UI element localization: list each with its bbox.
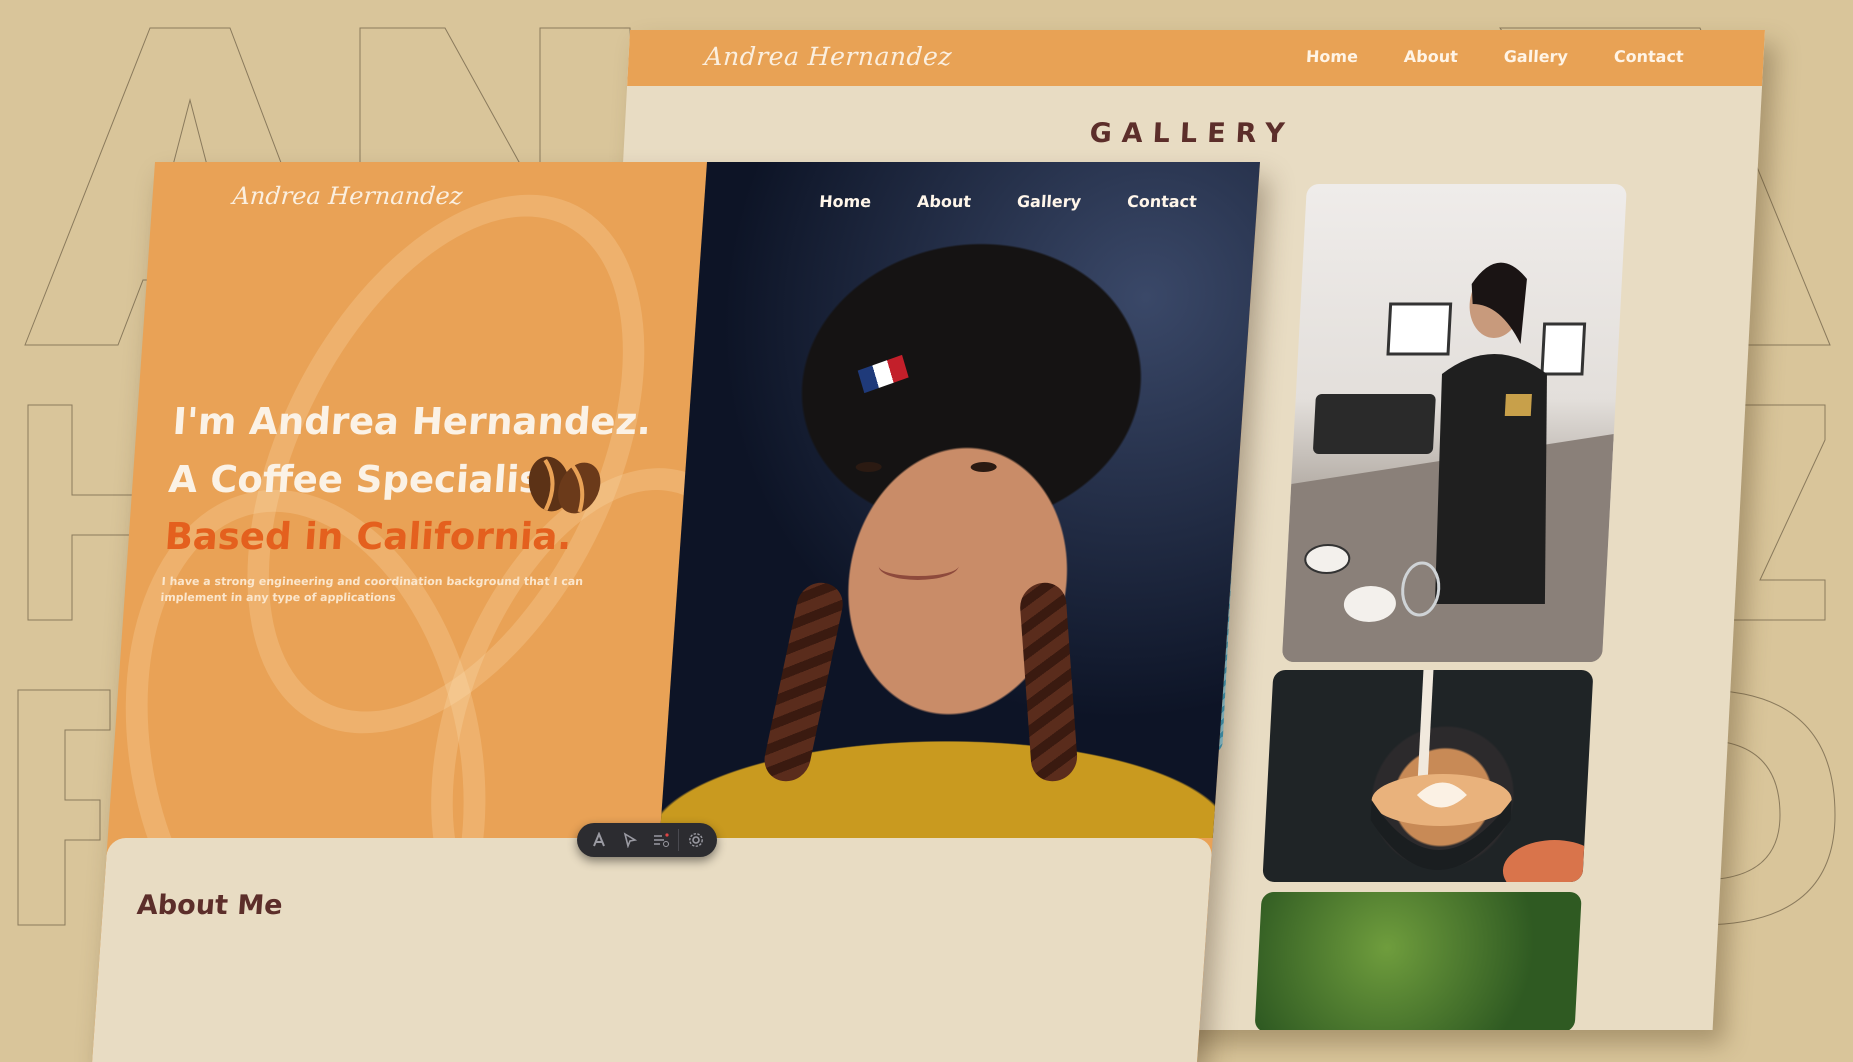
- portrait-eye: [855, 462, 883, 472]
- hero-headline-location: Based in California.: [163, 515, 574, 558]
- hero-headline-name: I'm Andrea Hernandez.: [171, 400, 653, 443]
- hero-portrait-photo: [659, 162, 1260, 838]
- hero-page-card: Andrea Hernandez Home About Gallery Cont…: [92, 162, 1260, 1062]
- latte-illustration: [1370, 670, 1594, 882]
- gallery-nav-contact[interactable]: Contact: [1613, 47, 1684, 66]
- gallery-image-barista[interactable]: [1281, 184, 1627, 662]
- toolbar-divider: [677, 829, 679, 851]
- portrait-smile: [877, 552, 960, 580]
- gallery-nav-gallery[interactable]: Gallery: [1503, 47, 1568, 66]
- hero-logo[interactable]: Andrea Hernandez: [232, 182, 464, 210]
- beanie-flag-patch: [857, 354, 909, 394]
- barista-illustration: [1281, 262, 1614, 662]
- gallery-nav-links: Home About Gallery Contact: [1306, 47, 1685, 66]
- gallery-image-latte-art[interactable]: [1262, 670, 1594, 882]
- text-tool-icon[interactable]: [585, 826, 613, 854]
- floating-toolbar: [577, 823, 717, 857]
- hero-nav-contact[interactable]: Contact: [1126, 192, 1197, 211]
- gallery-navbar: Andrea Hernandez Home About Gallery Cont…: [627, 30, 1765, 86]
- cursor-tool-icon[interactable]: [616, 826, 644, 854]
- coffee-beans-icon: [528, 456, 601, 514]
- portrait-eye: [970, 462, 998, 472]
- hero-nav-links: Home About Gallery Contact: [819, 192, 1198, 211]
- portrait-braid: [1018, 579, 1079, 785]
- hero-description: I have a strong engineering and coordina…: [160, 575, 584, 604]
- gallery-logo[interactable]: Andrea Hernandez: [704, 42, 953, 71]
- list-tool-icon[interactable]: [647, 826, 675, 854]
- settings-icon[interactable]: [682, 826, 710, 854]
- hero-nav-home[interactable]: Home: [819, 192, 872, 211]
- about-section-title: About Me: [135, 890, 284, 921]
- gallery-nav-about[interactable]: About: [1403, 47, 1458, 66]
- hero-nav-about[interactable]: About: [916, 192, 971, 211]
- hero-headline-role: A Coffee Specialist: [167, 458, 561, 501]
- about-section: About Me: [92, 838, 1213, 1062]
- portrait-braid: [760, 579, 848, 785]
- hero-nav-gallery[interactable]: Gallery: [1016, 192, 1081, 211]
- gallery-nav-home[interactable]: Home: [1306, 47, 1359, 66]
- gallery-image-coffee-plant[interactable]: [1254, 892, 1582, 1030]
- gallery-section-title: GALLERY: [1088, 118, 1296, 149]
